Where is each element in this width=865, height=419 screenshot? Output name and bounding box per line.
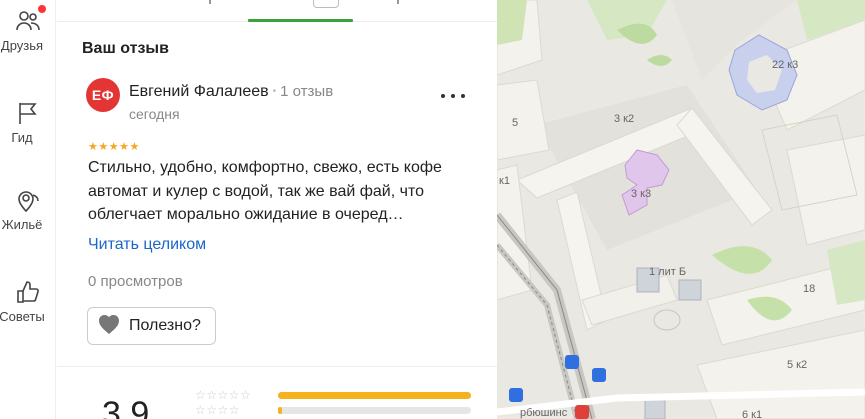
rail-item-housing[interactable]: Жильё: [0, 187, 56, 232]
helpful-label: Полезно?: [129, 317, 201, 334]
section-divider: [57, 366, 497, 367]
map-canvas[interactable]: 22 к3 3 к2 5 3 к3 1 лит Б к1 18 5 к2 6 к…: [497, 0, 865, 419]
star-icon: ★: [129, 141, 140, 153]
rail-item-tips[interactable]: Советы: [0, 279, 56, 324]
tab-chip[interactable]: [313, 0, 339, 8]
heart-icon: [97, 313, 121, 340]
distribution-bar-fill: [278, 407, 282, 414]
left-nav-rail: Друзья Гид Жильё Советы: [0, 0, 56, 419]
distribution-bar: [278, 407, 471, 414]
rail-item-label: Жильё: [1, 217, 43, 232]
rail-item-label: Советы: [0, 309, 45, 324]
distribution-row: ☆☆☆☆: [195, 403, 471, 417]
map-label: рбюшинс: [520, 407, 568, 419]
star-outline-icon: ☆: [240, 388, 252, 402]
flag-icon: [15, 100, 41, 126]
map-label: 3 к3: [631, 188, 651, 200]
rail-item-guide[interactable]: Гид: [0, 100, 56, 145]
people-icon: [15, 8, 41, 34]
map-view[interactable]: 22 к3 3 к2 5 3 к3 1 лит Б к1 18 5 к2 6 к…: [497, 0, 865, 419]
map-label: 5: [512, 117, 518, 129]
star-icon: ★: [88, 141, 99, 153]
review-text: Стильно, удобно, комфортно, свежо, есть …: [88, 159, 442, 223]
views-count: 0 просмотров: [88, 273, 183, 290]
tab-divider: [397, 0, 399, 4]
section-title: Ваш отзыв: [82, 40, 169, 57]
distribution-row: ☆☆☆☆☆: [195, 388, 471, 402]
star-outline-icon: ☆: [228, 388, 241, 402]
more-options-button[interactable]: [441, 86, 465, 106]
star-outline-icon: ☆: [206, 388, 218, 402]
helpful-button[interactable]: Полезно?: [87, 307, 216, 345]
map-label: 5 к2: [787, 359, 807, 371]
star-outline-icon: ☆: [228, 403, 241, 417]
tabs-strip: [57, 0, 497, 22]
rail-item-friends[interactable]: Друзья: [0, 5, 56, 53]
rating-stars: ★★★★★: [88, 140, 140, 153]
distribution-bar-fill: [278, 392, 471, 399]
dot-icon: [461, 94, 465, 98]
distribution-stars: ☆☆☆☆☆: [195, 388, 251, 402]
map-label: 3 к2: [614, 113, 634, 125]
star-outline-icon: ☆: [206, 403, 218, 417]
rail-item-label: Друзья: [0, 38, 44, 53]
review-panel: Ваш отзыв ЕФ Евгений Фалалеев • 1 отзыв се…: [57, 0, 497, 419]
read-more-link[interactable]: Читать целиком: [88, 236, 206, 254]
author-name[interactable]: Евгений Фалалеев: [129, 83, 269, 100]
distribution-bar: [278, 392, 471, 399]
dot-icon: [441, 94, 445, 98]
star-outline-icon: ☆: [195, 403, 207, 417]
star-icon: ★: [119, 141, 130, 153]
thumbs-up-icon: [15, 279, 41, 305]
map-label: 18: [803, 283, 815, 295]
author-review-count: 1 отзыв: [280, 83, 334, 100]
map-label: 22 к3: [772, 59, 798, 71]
avatar[interactable]: ЕФ: [86, 78, 120, 112]
rail-item-label: Гид: [11, 130, 33, 145]
map-label: 1 лит Б: [649, 266, 686, 278]
star-outline-icon: ☆: [195, 388, 207, 402]
tab-divider: [209, 0, 211, 4]
dot-separator: •: [272, 86, 277, 97]
distribution-stars: ☆☆☆☆: [195, 403, 240, 417]
star-outline-icon: ☆: [217, 403, 229, 417]
star-outline-icon: ☆: [217, 388, 229, 402]
star-icon: ★: [98, 141, 109, 153]
notification-badge: [38, 5, 46, 13]
dot-icon: [451, 94, 455, 98]
review-date: сегодня: [129, 106, 180, 122]
tab-active-indicator: [248, 19, 353, 22]
star-icon: ★: [108, 141, 120, 153]
overall-rating: 3.9: [102, 395, 150, 419]
map-label: к1: [499, 175, 510, 187]
author-line: Евгений Фалалеев • 1 отзыв: [129, 83, 333, 101]
map-label: 6 к1: [742, 409, 762, 419]
house-icon: [15, 187, 41, 213]
